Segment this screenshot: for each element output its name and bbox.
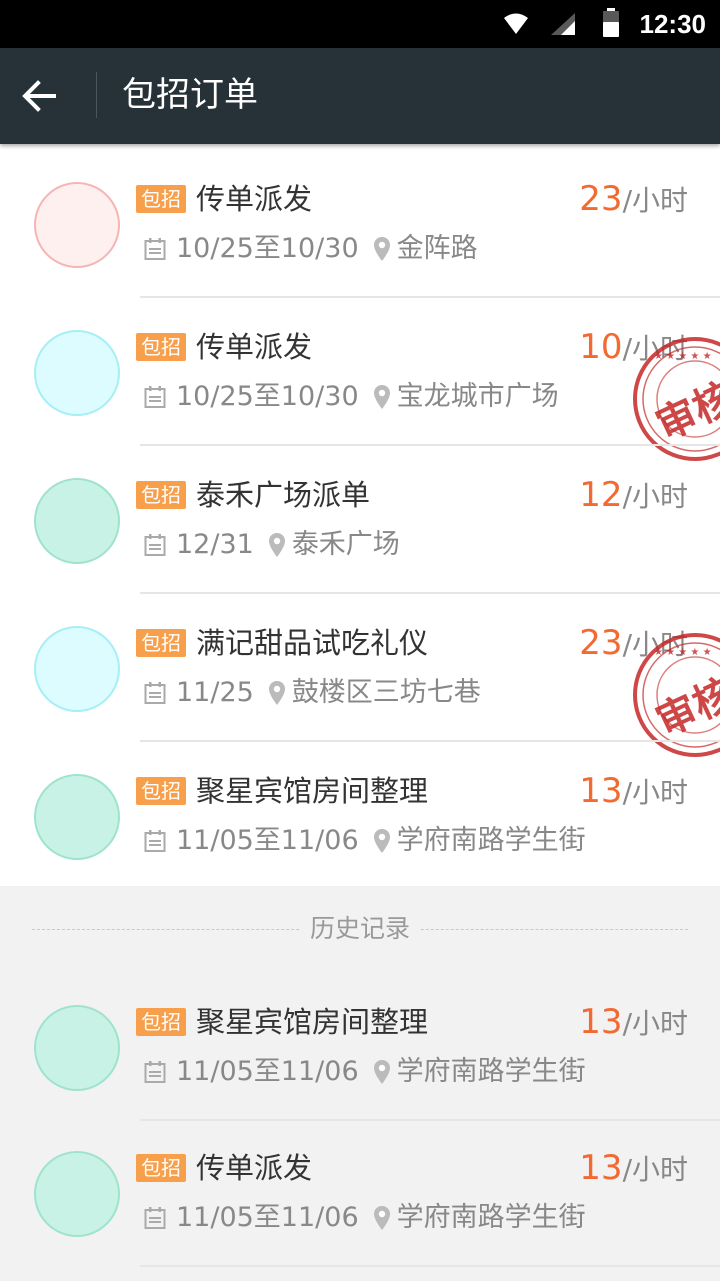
job-location: 学府南路学生街 (396, 825, 586, 856)
page-title: 包招订单 (122, 75, 258, 115)
job-rate: 13/小时 (579, 1149, 688, 1189)
job-rate-unit: /小时 (622, 776, 688, 809)
job-rate-value: 12 (579, 475, 623, 515)
calendar-icon (144, 682, 166, 704)
row-divider (140, 1265, 720, 1267)
history-item[interactable]: 包招 聚星宾馆房间整理 13/小时 11/05至11/06 学府南路学生街 (0, 967, 720, 1121)
arrow-left-icon (22, 80, 56, 112)
order-item[interactable]: 包招 聚星宾馆房间整理 13/小时 11/05至11/06 学府南路学生街 (0, 736, 720, 884)
app-toolbar: 包招订单 (0, 48, 720, 144)
job-meta: 12/31 泰禾广场 (144, 527, 400, 563)
history-header: 历史记录 (32, 911, 688, 947)
job-title: 泰禾广场派单 (196, 478, 371, 512)
svg-text:★ ★ ★ ★ ★: ★ ★ ★ ★ ★ (654, 351, 712, 362)
job-date: 11/25 (176, 677, 254, 708)
job-date: 12/31 (176, 529, 254, 560)
calendar-icon (144, 534, 166, 556)
job-tag-badge: 包招 (136, 777, 186, 805)
cell-signal-icon (551, 13, 575, 35)
job-rate: 12/小时 (579, 476, 688, 516)
job-date: 11/05至11/06 (176, 825, 359, 856)
job-rate-value: 23 (579, 623, 623, 663)
job-rate-value: 23 (579, 179, 623, 219)
job-tag-badge: 包招 (136, 185, 186, 213)
toolbar-divider (96, 72, 97, 118)
location-pin-icon (268, 533, 285, 557)
job-title: 聚星宾馆房间整理 (196, 1005, 429, 1039)
job-title: 满记甜品试吃礼仪 (196, 626, 429, 660)
job-tag-badge: 包招 (136, 333, 186, 361)
calendar-icon (144, 238, 166, 260)
stamp-text: 审核中 (650, 357, 720, 449)
job-tag-badge: 包招 (136, 481, 186, 509)
job-tag-badge: 包招 (136, 1154, 186, 1182)
job-location: 学府南路学生街 (396, 1056, 586, 1087)
job-title: 传单派发 (196, 182, 313, 216)
history-item[interactable]: 包招 传单派发 13/小时 11/05至11/06 学府南路学生街 (0, 1113, 720, 1267)
job-meta: 11/05至11/06 学府南路学生街 (144, 823, 586, 859)
job-avatar (34, 1151, 120, 1237)
job-date: 10/25至10/30 (176, 381, 359, 412)
job-avatar (34, 1005, 120, 1091)
job-meta: 10/25至10/30 宝龙城市广场 (144, 379, 559, 415)
job-meta: 11/25 鼓楼区三坊七巷 (144, 675, 481, 711)
job-rate-value: 13 (579, 771, 623, 811)
status-time: 12:30 (639, 9, 707, 39)
stamp-text: 审核中 (650, 653, 720, 745)
job-location: 宝龙城市广场 (396, 381, 559, 412)
job-rate-unit: /小时 (622, 1007, 688, 1040)
job-location: 学府南路学生街 (396, 1202, 586, 1233)
order-item[interactable]: 包招 传单派发 10/小时 10/25至10/30 宝龙城市广场 ★ ★ ★ ★ ★ 审核中 (0, 292, 720, 461)
calendar-icon (144, 1207, 166, 1229)
job-tag-badge: 包招 (136, 1008, 186, 1036)
location-pin-icon (268, 681, 285, 705)
battery-icon (603, 8, 619, 37)
job-title: 传单派发 (196, 1151, 313, 1185)
calendar-icon (144, 386, 166, 408)
location-pin-icon (373, 237, 390, 261)
job-title: 传单派发 (196, 330, 313, 364)
job-rate: 23/小时 (579, 180, 688, 220)
job-date: 11/05至11/06 (176, 1056, 359, 1087)
location-pin-icon (373, 385, 390, 409)
job-meta: 11/05至11/06 学府南路学生街 (144, 1054, 586, 1090)
job-avatar (34, 182, 120, 268)
job-meta: 11/05至11/06 学府南路学生街 (144, 1200, 586, 1236)
wifi-icon (504, 13, 528, 34)
job-date: 11/05至11/06 (176, 1202, 359, 1233)
history-order-list: 历史记录 包招 聚星宾馆房间整理 13/小时 11/05至11/06 学府南路学生街 包招… (0, 887, 720, 1281)
job-rate: 13/小时 (579, 772, 688, 812)
calendar-icon (144, 830, 166, 852)
job-meta: 10/25至10/30 金阵路 (144, 231, 478, 267)
job-rate-value: 13 (579, 1002, 623, 1042)
job-location: 鼓楼区三坊七巷 (291, 677, 481, 708)
location-pin-icon (373, 1060, 390, 1084)
job-rate-value: 13 (579, 1148, 623, 1188)
svg-text:★ ★ ★ ★ ★: ★ ★ ★ ★ ★ (654, 647, 712, 658)
calendar-icon (144, 1061, 166, 1083)
job-location: 金阵路 (396, 233, 478, 264)
job-avatar (34, 478, 120, 564)
job-rate: 13/小时 (579, 1003, 688, 1043)
job-title: 聚星宾馆房间整理 (196, 774, 429, 808)
location-pin-icon (373, 829, 390, 853)
order-item[interactable]: 包招 传单派发 23/小时 10/25至10/30 金阵路 (0, 144, 720, 298)
location-pin-icon (373, 1206, 390, 1230)
job-rate-unit: /小时 (622, 480, 688, 513)
active-order-list: 包招 传单派发 23/小时 10/25至10/30 金阵路 包招 传单派发 10/小时 10/2… (0, 144, 720, 886)
job-rate-value: 10 (579, 327, 623, 367)
job-location: 泰禾广场 (291, 529, 400, 560)
job-tag-badge: 包招 (136, 629, 186, 657)
job-avatar (34, 774, 120, 860)
back-button[interactable] (20, 72, 76, 120)
order-item[interactable]: 包招 满记甜品试吃礼仪 23/小时 11/25 鼓楼区三坊七巷 ★ ★ ★ ★ ★ 审核中 (0, 588, 720, 757)
job-avatar (34, 626, 120, 712)
job-avatar (34, 330, 120, 416)
job-rate-unit: /小时 (622, 1153, 688, 1186)
job-date: 10/25至10/30 (176, 233, 359, 264)
order-item[interactable]: 包招 泰禾广场派单 12/小时 12/31 泰禾广场 (0, 440, 720, 594)
job-rate-unit: /小时 (622, 184, 688, 217)
history-label: 历史记录 (299, 914, 420, 943)
status-bar: 12:30 (0, 0, 720, 48)
